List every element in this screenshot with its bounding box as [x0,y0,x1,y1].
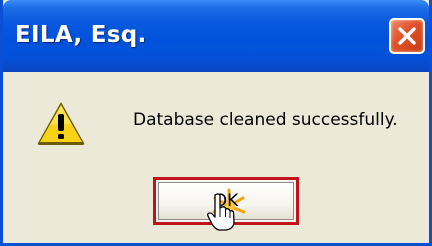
close-icon [398,27,416,45]
dialog-window: EILA, Esq. Database cleaned successfully… [0,0,432,246]
hand-pointer-icon [207,193,235,231]
warning-icon [37,102,85,145]
dialog-title: EILA, Esq. [15,22,147,48]
dialog-message: Database cleaned successfully. [133,110,398,130]
title-bar[interactable]: EILA, Esq. [3,0,429,72]
close-button[interactable] [389,18,425,54]
